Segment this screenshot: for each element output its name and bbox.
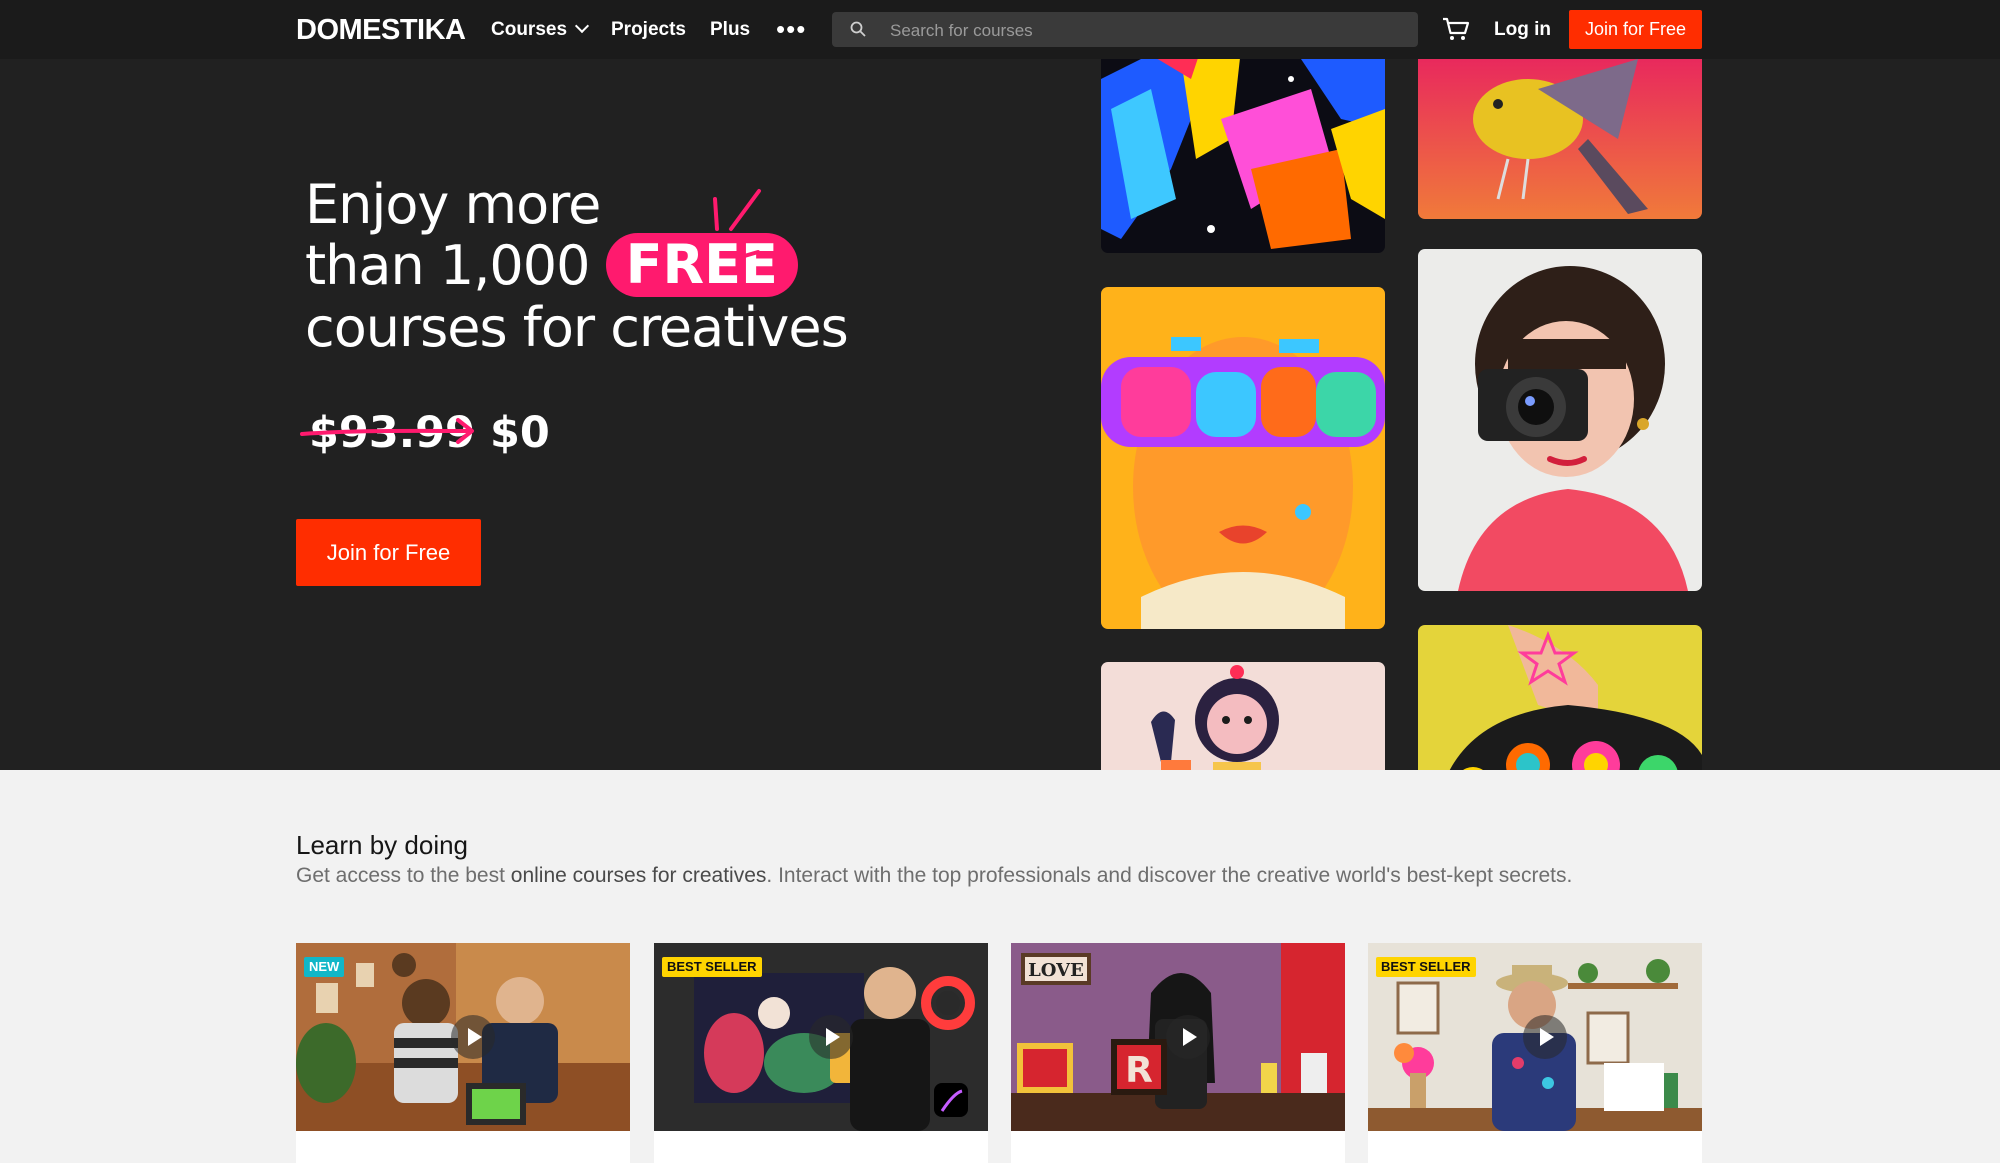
- desc-end: . Interact with the top professionals an…: [766, 864, 1573, 887]
- course-card[interactable]: LOVE R: [1011, 943, 1345, 1163]
- play-icon[interactable]: [451, 1015, 495, 1059]
- new-badge: NEW: [304, 957, 345, 977]
- hero-join-button[interactable]: Join for Free: [296, 519, 481, 586]
- love-sign-text: LOVE: [1028, 960, 1084, 981]
- nav-plus-link[interactable]: Plus: [710, 19, 750, 41]
- desc-start: Get access to the best: [296, 864, 511, 887]
- free-price: $0: [490, 408, 550, 458]
- headline-line-3: courses for creatives: [305, 296, 849, 359]
- search-input[interactable]: [888, 12, 1392, 49]
- best-seller-badge: BEST SELLER: [1376, 957, 1476, 977]
- top-navbar: DOMESTIKA Courses Projects Plus ••• Log …: [0, 0, 2000, 59]
- search-bar: [832, 12, 1418, 49]
- hero-image-3d-character[interactable]: [1101, 662, 1385, 770]
- section-title: Learn by doing: [296, 830, 469, 860]
- hero-image-photographer-woman[interactable]: [1418, 249, 1702, 591]
- course-card[interactable]: BEST SELLER: [654, 943, 988, 1163]
- nav-courses-dropdown[interactable]: Courses: [491, 18, 590, 41]
- shopping-cart-icon[interactable]: [1442, 16, 1470, 42]
- hero-image-3d-face-lettering[interactable]: [1101, 287, 1385, 629]
- hero-image-crochet-sweater[interactable]: [1418, 625, 1702, 770]
- nav-projects-link[interactable]: Projects: [611, 19, 686, 41]
- best-seller-badge: BEST SELLER: [662, 957, 762, 977]
- login-link[interactable]: Log in: [1494, 19, 1551, 41]
- play-icon[interactable]: [809, 1015, 853, 1059]
- course-card[interactable]: BEST SELLER: [1368, 943, 1702, 1163]
- headline-line-2-text: than 1,000: [305, 234, 590, 297]
- hero-section: Enjoy more than 1,000 FREE courses for c…: [0, 59, 2000, 770]
- hero-image-graffiti-lettering[interactable]: [1101, 59, 1385, 253]
- play-icon[interactable]: [1523, 1015, 1567, 1059]
- course-card[interactable]: NEW: [296, 943, 630, 1163]
- hero-image-paper-bird[interactable]: [1418, 59, 1702, 219]
- nav-join-button[interactable]: Join for Free: [1569, 10, 1702, 49]
- more-menu-icon[interactable]: •••: [776, 14, 806, 45]
- search-icon: [850, 21, 866, 37]
- desc-bold: online courses for creatives: [510, 864, 767, 887]
- sparkle-lines-icon: [713, 189, 761, 259]
- letter-r-text: R: [1125, 1050, 1153, 1091]
- chevron-down-icon: [574, 18, 590, 34]
- strikethrough-arrow-icon: [300, 418, 474, 444]
- domestika-logo[interactable]: DOMESTIKA: [296, 14, 466, 47]
- section-description: Get access to the best online courses fo…: [296, 864, 1572, 888]
- nav-courses-label: Courses: [491, 19, 568, 40]
- play-icon[interactable]: [1166, 1015, 1210, 1059]
